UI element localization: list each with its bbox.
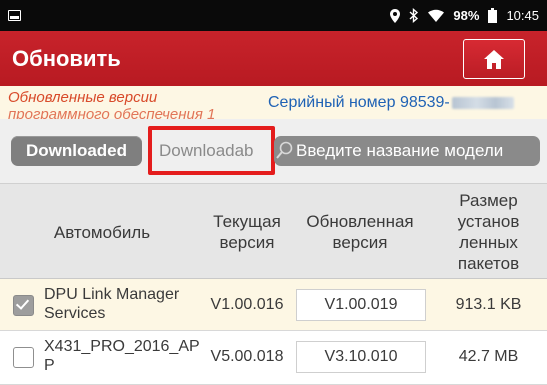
updated-version: V1.00.019	[296, 289, 426, 321]
package-size: 913.1 KB	[455, 296, 522, 313]
table-row[interactable]: X431_PRO_2016_APP V5.00.018 V3.10.010 42…	[0, 331, 547, 385]
updated-versions-line-2: программного обеспечения 1	[8, 106, 216, 119]
updated-version: V3.10.010	[296, 341, 426, 373]
column-header-current-version: Текущая версия	[213, 212, 281, 252]
row-checkbox[interactable]	[13, 347, 34, 368]
serial-label: Серийный номер	[268, 94, 396, 111]
car-name: X431_PRO_2016_APP	[44, 338, 200, 374]
car-name: DPU Link Manager Services	[44, 286, 180, 322]
serial-redacted	[451, 97, 514, 109]
updated-versions-note: Обновленные версии программного обеспече…	[8, 89, 258, 119]
table-header: Автомобиль Текущая версия Обновленная ве…	[0, 183, 547, 279]
page-title: Обновить	[12, 45, 121, 71]
checkmark-icon	[15, 296, 30, 310]
serial-number: Серийный номер 98539-	[268, 94, 514, 112]
search-input[interactable]	[294, 141, 534, 161]
current-version: V5.00.018	[210, 348, 284, 365]
serial-value: 98539-	[399, 94, 450, 111]
battery-percent: 98%	[453, 8, 480, 23]
current-version: V1.00.016	[210, 296, 284, 313]
screenshot-notification-icon	[8, 10, 21, 21]
downloaded-tab[interactable]: Downloaded	[11, 136, 142, 166]
status-icons: 98% 10:45	[390, 8, 539, 23]
clock: 10:45	[506, 8, 539, 23]
home-icon	[484, 49, 504, 69]
battery-icon	[488, 8, 498, 23]
package-size: 42.7 MB	[458, 348, 519, 365]
column-header-size: Размер установ ленных пакетов	[457, 191, 520, 273]
title-bar: Обновить	[0, 31, 547, 86]
column-header-car: Автомобиль	[53, 222, 151, 242]
filter-toolbar: Downloaded Downloadab	[0, 119, 547, 183]
home-button[interactable]	[463, 39, 525, 79]
table-row[interactable]: DPU Link Manager Services V1.00.016 V1.0…	[0, 279, 547, 331]
status-bar: 98% 10:45	[0, 0, 547, 31]
info-strip: Обновленные версии программного обеспече…	[0, 86, 547, 119]
bluetooth-icon	[409, 8, 419, 23]
updated-versions-line-1: Обновленные версии	[8, 89, 158, 106]
search-icon	[276, 141, 293, 159]
model-search[interactable]	[274, 136, 540, 166]
column-header-updated-version: Обновленная версия	[306, 212, 414, 252]
row-checkbox[interactable]	[13, 295, 34, 316]
highlight-annotation	[148, 126, 275, 175]
location-icon	[390, 8, 401, 23]
wifi-icon	[428, 9, 445, 22]
